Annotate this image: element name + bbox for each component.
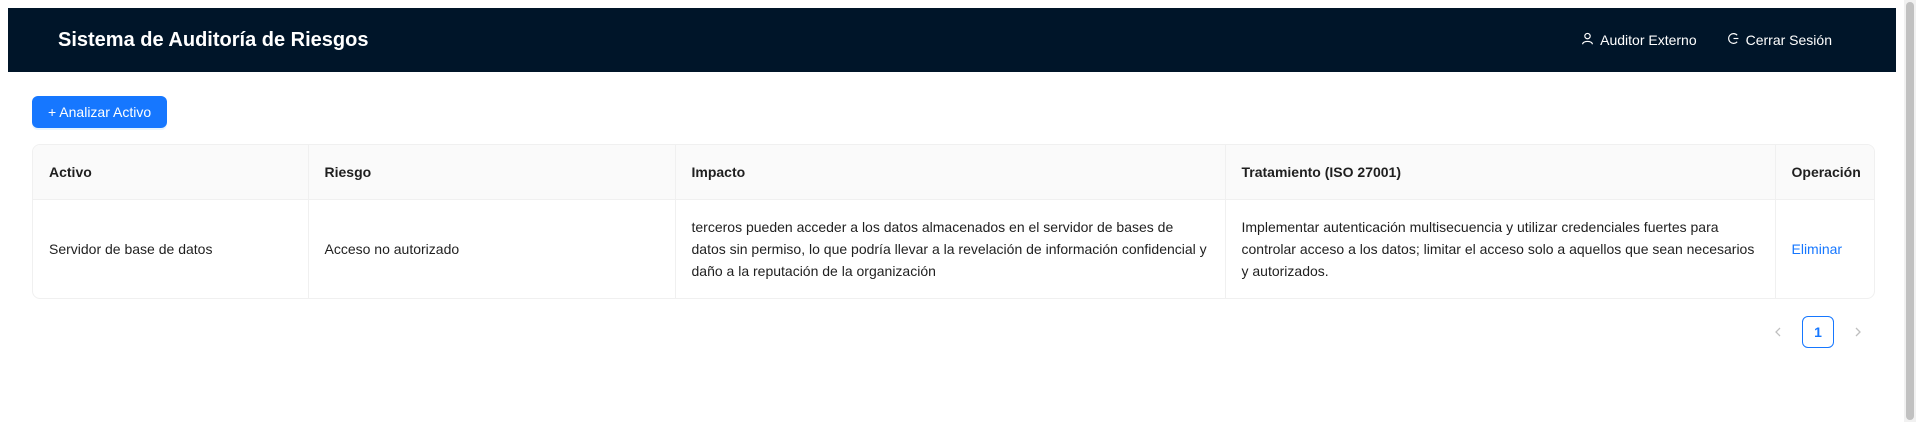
user-icon <box>1581 32 1594 48</box>
column-header-impacto: Impacto <box>675 145 1226 200</box>
vertical-scrollbar[interactable] <box>1904 0 1916 422</box>
column-header-activo: Activo <box>33 145 309 200</box>
logout-icon <box>1727 32 1740 48</box>
column-header-operacion: Operación <box>1775 145 1874 200</box>
user-menu[interactable]: Auditor Externo <box>1581 32 1697 48</box>
pagination: 1 <box>1762 316 1874 348</box>
top-header: Sistema de Auditoría de Riesgos Auditor … <box>8 8 1896 72</box>
column-header-tratamiento: Tratamiento (ISO 27001) <box>1225 145 1776 200</box>
cell-operacion: Eliminar <box>1775 199 1874 298</box>
analyze-asset-button[interactable]: + Analizar Activo <box>32 96 168 128</box>
logout-label: Cerrar Sesión <box>1745 32 1832 48</box>
header-actions: Auditor Externo Cerrar Sesión <box>1581 8 1832 72</box>
cell-activo: Servidor de base de datos <box>33 199 309 298</box>
chevron-left-icon <box>1775 327 1781 337</box>
app-title: Sistema de Auditoría de Riesgos <box>58 29 369 51</box>
cell-tratamiento: Implementar autenticación multisecuencia… <box>1225 199 1776 298</box>
column-header-riesgo: Riesgo <box>308 145 676 200</box>
risk-table: Activo Riesgo Impacto Tratamiento (ISO 2… <box>32 144 1875 299</box>
chevron-right-icon <box>1855 327 1861 337</box>
user-label: Auditor Externo <box>1600 32 1697 48</box>
prev-page-button[interactable] <box>1762 316 1794 348</box>
cell-riesgo: Acceso no autorizado <box>308 199 676 298</box>
delete-link[interactable]: Eliminar <box>1792 241 1843 257</box>
page-1-button[interactable]: 1 <box>1802 316 1834 348</box>
scrollbar-thumb[interactable] <box>1906 2 1914 420</box>
table-row: Servidor de base de datos Acceso no auto… <box>33 199 1874 298</box>
table-header-row: Activo Riesgo Impacto Tratamiento (ISO 2… <box>33 145 1874 200</box>
cell-impacto: terceros pueden acceder a los datos alma… <box>675 199 1226 298</box>
logout-button[interactable]: Cerrar Sesión <box>1727 32 1832 48</box>
next-page-button[interactable] <box>1842 316 1874 348</box>
